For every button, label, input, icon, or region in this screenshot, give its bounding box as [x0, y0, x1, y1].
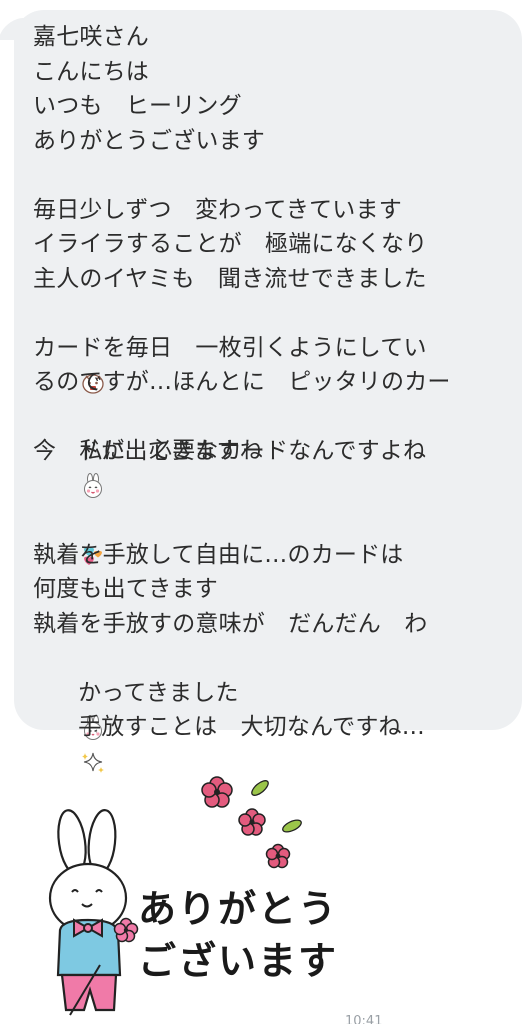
- message-line: [33, 503, 513, 538]
- flower-icon: [201, 776, 233, 808]
- message-line: イライラすることが 極端になくなり: [33, 231, 428, 257]
- leaf-icon: [282, 819, 302, 833]
- message-line: カードを毎日 一枚引くようにしてい: [33, 334, 427, 361]
- smiling-bunny-emoji-icon: [84, 473, 103, 498]
- message-line: ドが出てきますね: [33, 400, 513, 498]
- message-line: [33, 158, 513, 193]
- message-line: いつも ヒーリング: [33, 93, 242, 119]
- message-line: 何度も出てきます: [33, 576, 218, 602]
- message-line: 執着を手放すの意味が だんだん わ: [33, 610, 428, 637]
- chat-view: 嘉七咲さん こんにちは いつも ヒーリング ありがとうございます 毎日少しずつ …: [0, 0, 528, 1024]
- sticker-text-line1: ありがとう: [138, 887, 339, 931]
- message-line: 毎日少しずつ 変わってきています: [33, 196, 402, 223]
- message-timestamp: 10:41: [345, 1014, 383, 1024]
- message-line: 嘉七咲さん: [33, 24, 149, 50]
- message-line: 主人のイヤミも 聞き流せできました: [33, 265, 427, 292]
- flower-icon: [265, 843, 291, 869]
- message-line: かってきました: [33, 641, 513, 740]
- sticker-text-line2: ございます: [138, 939, 339, 983]
- bunny-thank-you-sticker[interactable]: ありがとう ございます: [40, 770, 336, 1020]
- message-text: 嘉七咲さん こんにちは いつも ヒーリング ありがとうございます 毎日少しずつ …: [33, 20, 513, 773]
- bunny-icon: [48, 809, 139, 1016]
- flower-icon: [238, 808, 266, 836]
- message-line: るのですが…ほんとに ピッタリのカー: [33, 369, 451, 395]
- leaf-icon: [251, 780, 269, 796]
- message-line: ありがとうございます: [33, 127, 265, 154]
- message-line: 今 私に 必要なカードなんですよね: [33, 438, 427, 464]
- message-line: こんにちは: [33, 58, 149, 85]
- message-line: [33, 296, 513, 394]
- message-line: 執着を手放して自由に…のカードは: [33, 541, 404, 568]
